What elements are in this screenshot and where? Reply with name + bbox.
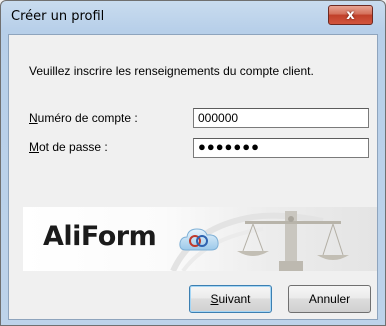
password-label-text: ot de passe : <box>39 140 108 154</box>
dialog-body: Veuillez inscrire les renseignements du … <box>8 34 378 320</box>
cloud-icon <box>179 228 219 251</box>
account-number-input[interactable] <box>193 108 369 128</box>
cancel-button[interactable]: Annuler <box>288 285 371 313</box>
account-number-label-accesskey: N <box>29 111 38 125</box>
title-bar[interactable]: Créer un profil x <box>1 1 385 34</box>
next-button-accesskey: S <box>210 292 219 306</box>
close-button[interactable]: x <box>328 5 373 25</box>
aliform-banner: AliForm <box>23 207 377 271</box>
next-button[interactable]: Suivant <box>189 285 272 313</box>
intro-text: Veuillez inscrire les renseignements du … <box>29 64 314 78</box>
account-number-label: Numéro de compte : <box>29 111 138 125</box>
aliform-logo-text: AliForm <box>43 221 157 252</box>
next-button-label: uivant <box>218 292 251 306</box>
password-label-accesskey: M <box>29 140 39 154</box>
window-title: Créer un profil <box>11 9 105 24</box>
account-number-label-text: uméro de compte : <box>37 111 138 125</box>
close-icon: x <box>346 7 355 23</box>
password-input[interactable]: ●●●●●●● <box>193 138 369 158</box>
password-label: Mot de passe : <box>29 140 108 154</box>
dialog-window: Créer un profil x Veuillez inscrire les … <box>0 0 386 326</box>
